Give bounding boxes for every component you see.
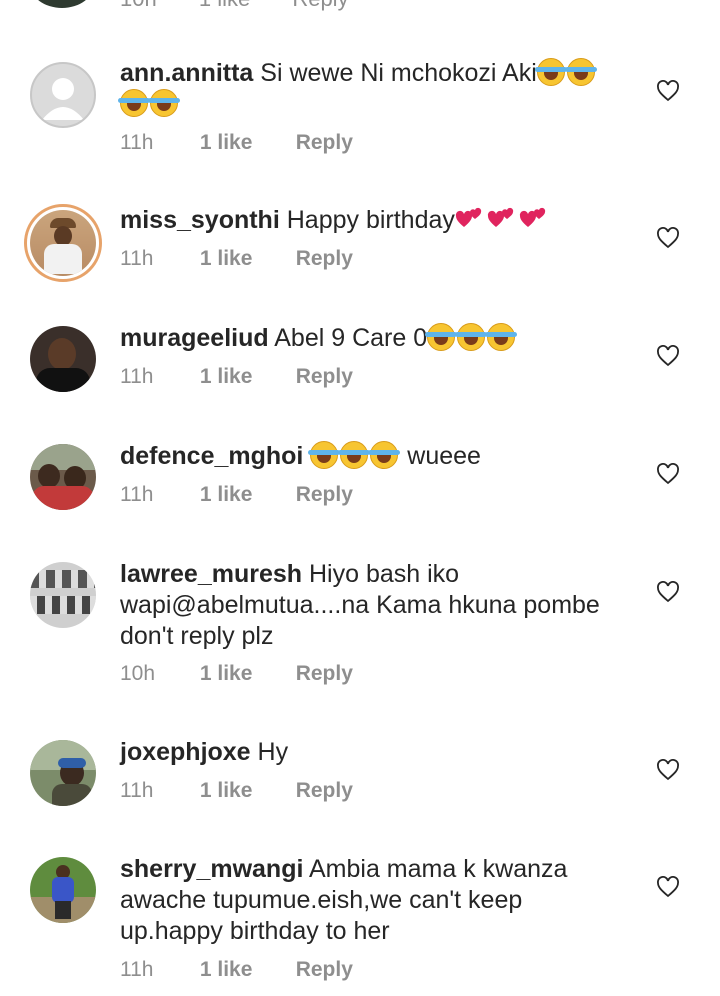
avatar[interactable] xyxy=(24,204,102,282)
heart-outline-icon[interactable] xyxy=(656,759,680,781)
comment-username[interactable]: miss_syonthi xyxy=(120,206,280,234)
comment-username[interactable]: lawree_muresh xyxy=(120,560,302,588)
comment-username[interactable]: murageeliud xyxy=(120,324,269,352)
heart-outline-icon[interactable] xyxy=(656,227,680,249)
comment-username[interactable]: defence_mghoi xyxy=(120,442,303,470)
comment-text: ann.annitta Si wewe Ni mchokozi Aki xyxy=(118,58,620,120)
like-count[interactable]: 1 like xyxy=(200,958,290,982)
comment-text: sherry_mwangi Ambia mama k kwanza awache… xyxy=(120,854,630,947)
comment-text: lawree_muresh Hiyo bash iko wapi@abelmut… xyxy=(120,559,630,652)
reply-button[interactable]: Reply xyxy=(296,779,353,803)
reply-button[interactable]: Reply xyxy=(296,958,353,982)
laughing-emoji-icon xyxy=(308,441,341,469)
laughing-emoji-icon xyxy=(534,58,567,86)
like-count[interactable]: 1 like xyxy=(200,779,290,803)
comment-text: miss_syonthi Happy birthday xyxy=(120,205,620,236)
laughing-emoji-icon xyxy=(485,323,518,351)
like-count[interactable]: 1 like xyxy=(200,247,290,271)
avatar[interactable] xyxy=(30,740,96,806)
comment-username[interactable]: sherry_mwangi xyxy=(120,855,303,883)
like-count[interactable]: 1 like xyxy=(200,662,290,686)
two-hearts-emoji-icon xyxy=(487,207,514,227)
comment-time: 11h xyxy=(120,365,154,388)
comment-time: 10h xyxy=(120,0,157,11)
avatar[interactable] xyxy=(30,62,96,128)
comment-body: Abel 9 Care 0 xyxy=(274,324,428,352)
laughing-emoji-icon xyxy=(368,441,401,469)
laughing-emoji-icon xyxy=(455,323,488,351)
reply-button[interactable]: Reply xyxy=(292,0,348,11)
comment-username[interactable]: joxephjoxe xyxy=(120,738,251,766)
two-hearts-emoji-icon xyxy=(519,207,546,227)
reply-button[interactable]: Reply xyxy=(296,247,353,271)
avatar[interactable] xyxy=(30,562,96,628)
comment-text: murageeliud Abel 9 Care 0 xyxy=(120,323,620,354)
heart-outline-icon[interactable] xyxy=(656,345,680,367)
heart-outline-icon[interactable] xyxy=(656,876,680,898)
like-count[interactable]: 1 like xyxy=(200,131,290,155)
laughing-emoji-icon xyxy=(148,89,180,117)
laughing-emoji-icon xyxy=(425,323,458,351)
comment-text: defence_mghoi wueee xyxy=(120,441,620,472)
comment-body: Hy xyxy=(257,738,289,766)
reply-button[interactable]: Reply xyxy=(296,483,353,507)
reply-button[interactable]: Reply xyxy=(296,131,353,155)
comment-time: 11h xyxy=(120,247,154,270)
comment-time: 11h xyxy=(120,958,154,981)
comment-time: 11h xyxy=(120,483,154,506)
comment-time: 11h xyxy=(120,779,154,802)
like-count[interactable]: 1 like xyxy=(199,0,250,11)
like-count[interactable]: 1 like xyxy=(200,365,290,389)
reply-button[interactable]: Reply xyxy=(296,662,353,686)
reply-button[interactable]: Reply xyxy=(296,365,353,389)
avatar[interactable] xyxy=(30,444,96,510)
previous-comment-partial: 10h 1 like Reply xyxy=(0,0,720,12)
comment-body: Si wewe Ni mchokozi Aki xyxy=(260,59,537,87)
comment-text: joxephjoxe Hy xyxy=(120,737,620,768)
heart-outline-icon[interactable] xyxy=(656,463,680,485)
heart-outline-icon[interactable] xyxy=(656,581,680,603)
heart-outline-icon[interactable] xyxy=(656,80,680,102)
avatar[interactable] xyxy=(30,0,94,8)
avatar[interactable] xyxy=(30,326,96,392)
comment-time: 11h xyxy=(120,131,154,154)
laughing-emoji-icon xyxy=(338,441,371,469)
avatar[interactable] xyxy=(30,857,96,923)
comment-time: 10h xyxy=(120,662,156,685)
laughing-emoji-icon xyxy=(118,89,150,117)
two-hearts-emoji-icon xyxy=(455,207,482,227)
like-count[interactable]: 1 like xyxy=(200,483,290,507)
comment-body: wueee xyxy=(407,442,481,470)
laughing-emoji-icon xyxy=(564,58,597,86)
comment-username[interactable]: ann.annitta xyxy=(120,59,253,87)
default-avatar-icon xyxy=(42,78,84,120)
comment-body: Happy birthday xyxy=(286,206,455,234)
